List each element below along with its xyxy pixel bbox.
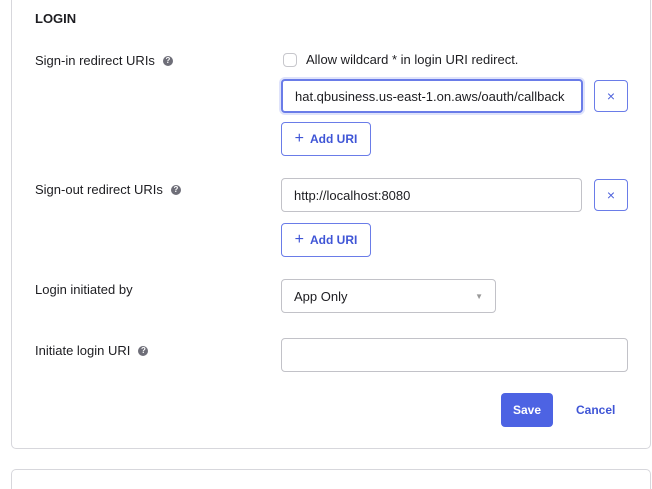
help-icon[interactable]: ? [170,184,181,195]
sign-in-label: Sign-in redirect URIs [35,53,155,68]
initiate-uri-label-row: Initiate login URI ? [35,343,149,358]
remove-sign-in-uri-button[interactable]: × [594,80,628,112]
sign-out-label-row: Sign-out redirect URIs ? [35,182,181,197]
help-icon[interactable]: ? [138,345,149,356]
remove-sign-out-uri-button[interactable]: × [594,179,628,211]
sign-out-uri-input[interactable]: http://localhost:8080 [281,178,582,212]
next-card [11,469,651,489]
plus-icon: + [294,231,304,248]
help-icon[interactable]: ? [162,55,173,66]
initiate-uri-label: Initiate login URI [35,343,131,358]
cancel-button[interactable]: Cancel [576,403,615,417]
close-icon: × [606,187,616,203]
add-sign-out-uri-button[interactable]: + Add URI [281,223,371,257]
add-uri-label: Add URI [310,233,358,247]
add-uri-label: Add URI [310,132,358,146]
initiate-login-uri-input[interactable] [281,338,628,372]
sign-in-uri-input[interactable]: hat.qbusiness.us-east-1.on.aws/oauth/cal… [281,79,583,113]
wildcard-checkbox[interactable] [283,53,297,67]
selected-value: App Only [294,288,348,304]
save-button[interactable]: Save [501,393,553,427]
sign-out-label: Sign-out redirect URIs [35,182,163,197]
chevron-down-icon: ▼ [475,291,483,301]
login-initiated-label: Login initiated by [35,282,133,297]
plus-icon: + [294,130,304,147]
sign-in-label-row: Sign-in redirect URIs ? [35,53,173,68]
login-initiated-select[interactable]: App Only ▼ [281,279,496,313]
section-title: LOGIN [35,11,77,26]
login-initiated-text: Login initiated by [35,282,133,297]
wildcard-label: Allow wildcard * in login URI redirect. [306,52,519,67]
add-sign-in-uri-button[interactable]: + Add URI [281,122,371,156]
close-icon: × [606,88,616,104]
